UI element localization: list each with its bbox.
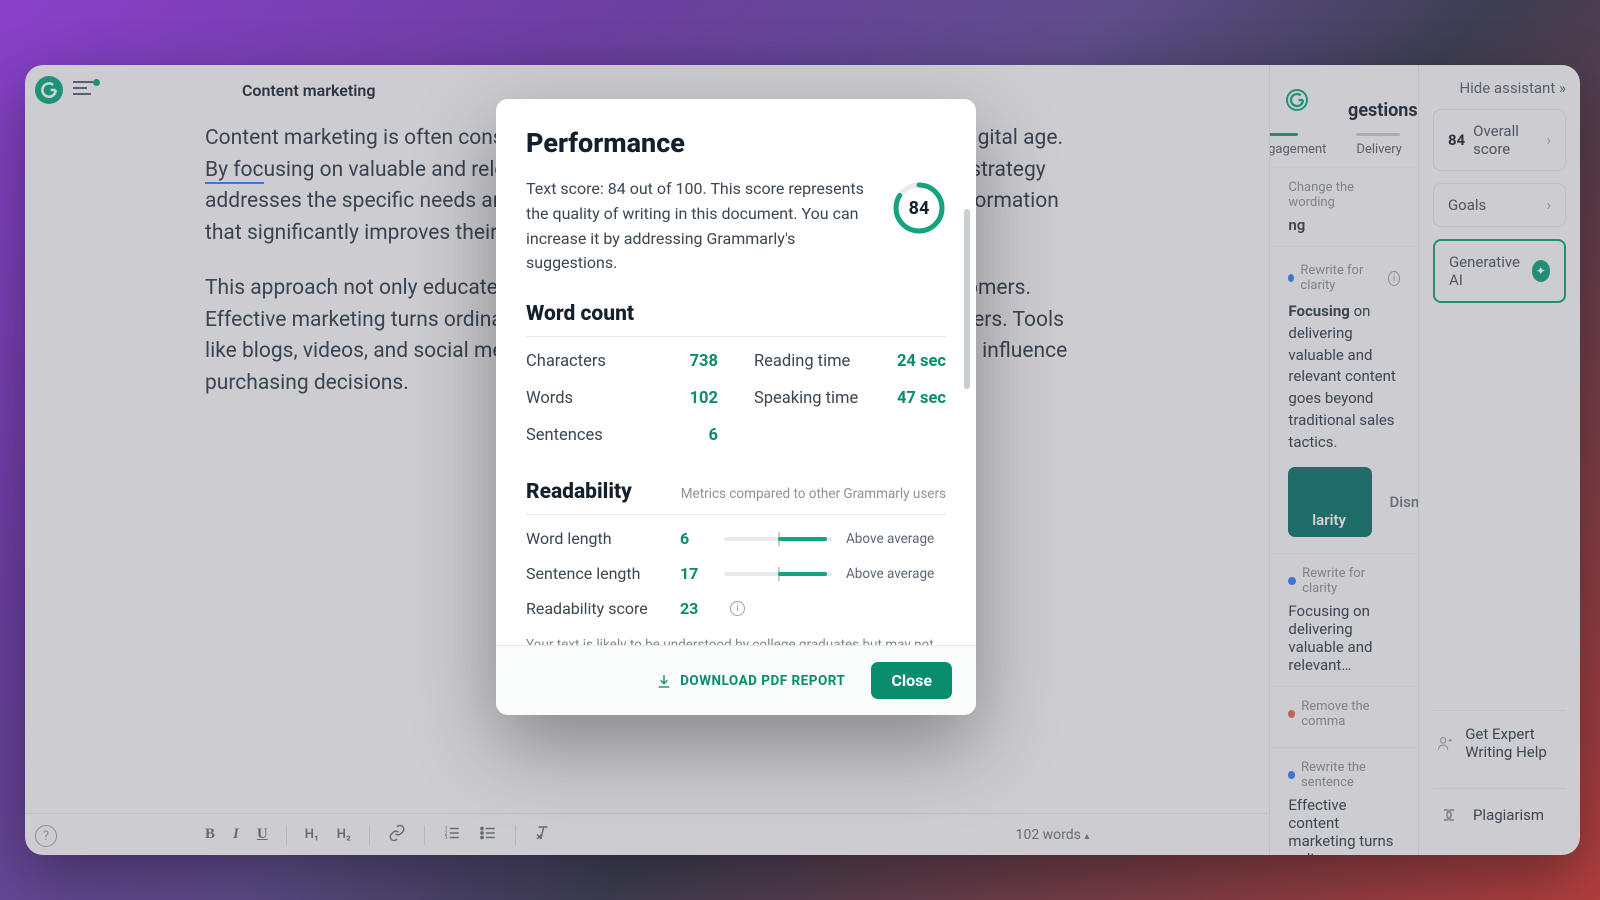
h1-button[interactable]: H₁ <box>305 827 319 842</box>
dismiss-button[interactable]: Dismiss <box>1390 493 1418 511</box>
chevron-right-icon: › <box>1546 196 1551 214</box>
suggestion-item[interactable]: Rewrite for clarity Focusing on deliveri… <box>1270 553 1418 686</box>
bold-button[interactable]: B <box>205 826 215 843</box>
download-pdf-button[interactable]: DOWNLOAD PDF REPORT <box>656 673 845 689</box>
expert-help-button[interactable]: Get Expert Writing Help <box>1433 710 1566 777</box>
readability-fineprint: Your text is likely to be understood by … <box>526 636 946 645</box>
close-button[interactable]: Close <box>871 662 952 699</box>
grammarly-logo-icon[interactable] <box>35 76 63 104</box>
suggestion-card-primary[interactable]: Rewrite for clarityi Focusing on deliver… <box>1270 246 1418 553</box>
document-title[interactable]: Content marketing <box>242 81 375 100</box>
chevron-right-icon: › <box>1546 131 1551 149</box>
divider <box>515 825 516 845</box>
italic-button[interactable]: I <box>233 826 239 843</box>
goals-card[interactable]: Goals › <box>1433 183 1566 227</box>
divider <box>286 825 287 845</box>
info-icon[interactable]: i <box>730 601 745 616</box>
generative-ai-card[interactable]: Generative AI ✦ <box>1433 239 1566 303</box>
sparkle-icon: ✦ <box>1532 260 1551 282</box>
category-delivery[interactable]: Delivery <box>1356 133 1402 157</box>
divider <box>369 825 370 845</box>
score-value: 84 <box>892 181 946 235</box>
paragraph-menu-icon[interactable] <box>73 80 104 100</box>
readability-heading: Readability <box>526 480 632 504</box>
suggestions-panel: All suggestions 6 Clarity Engagement Del… <box>1269 65 1418 855</box>
svg-text:3: 3 <box>444 835 447 841</box>
unordered-list-icon[interactable] <box>479 824 497 846</box>
format-toolbar: B I U H₁ H₂ 123 102 words ▴ <box>25 813 1269 855</box>
readability-subtext: Metrics compared to other Grammarly user… <box>681 486 946 502</box>
underline-button[interactable]: U <box>257 826 268 843</box>
performance-description: Text score: 84 out of 100. This score re… <box>526 177 870 276</box>
word-count-footer[interactable]: 102 words ▴ <box>1016 827 1090 843</box>
hide-assistant-button[interactable]: Hide assistant » <box>1433 79 1566 97</box>
clear-format-icon[interactable] <box>534 824 552 846</box>
score-ring: 84 <box>892 181 946 235</box>
readability-sentence-length: Sentence length 17 Above average <box>526 556 946 591</box>
category-tabs: Clarity Engagement Delivery <box>1270 133 1418 167</box>
suggestion-item[interactable]: Rewrite the sentence Effective content m… <box>1270 747 1418 855</box>
modal-title-performance: Performance <box>526 127 946 159</box>
rewrite-clarity-button[interactable]: Rewrite for clarity <box>1288 467 1371 537</box>
readability-score: Readability score 23 i <box>526 591 946 626</box>
grammarly-icon <box>1286 89 1308 111</box>
plagiarism-button[interactable]: Plagiarism <box>1433 788 1566 841</box>
link-icon[interactable] <box>388 824 406 846</box>
h2-button[interactable]: H₂ <box>337 827 351 842</box>
info-icon[interactable]: i <box>1388 271 1400 286</box>
readability-word-length: Word length 6 Above average <box>526 521 946 556</box>
overall-score-card[interactable]: 84 Overall score › <box>1433 109 1566 171</box>
word-count-heading: Word count <box>526 302 946 326</box>
right-sidebar: Hide assistant » 84 Overall score › Goal… <box>1418 65 1580 855</box>
category-engagement[interactable]: Engagement <box>1269 133 1326 157</box>
suggestions-title: All suggestions <box>1318 79 1417 121</box>
word-count-stats: Characters738 Reading time24 sec Words10… <box>526 343 946 454</box>
performance-modal: Performance Text score: 84 out of 100. T… <box>496 99 976 715</box>
ordered-list-icon[interactable]: 123 <box>443 824 461 846</box>
suggestion-item[interactable]: Remove the comma <box>1270 686 1418 747</box>
modal-scrollbar[interactable] <box>964 209 970 389</box>
suggestion-wording[interactable]: Change the wording ng <box>1270 167 1418 246</box>
help-icon[interactable]: ? <box>35 825 57 847</box>
chevrons-right-icon: » <box>1559 79 1566 97</box>
modal-footer: DOWNLOAD PDF REPORT Close <box>496 645 976 715</box>
divider <box>424 825 425 845</box>
